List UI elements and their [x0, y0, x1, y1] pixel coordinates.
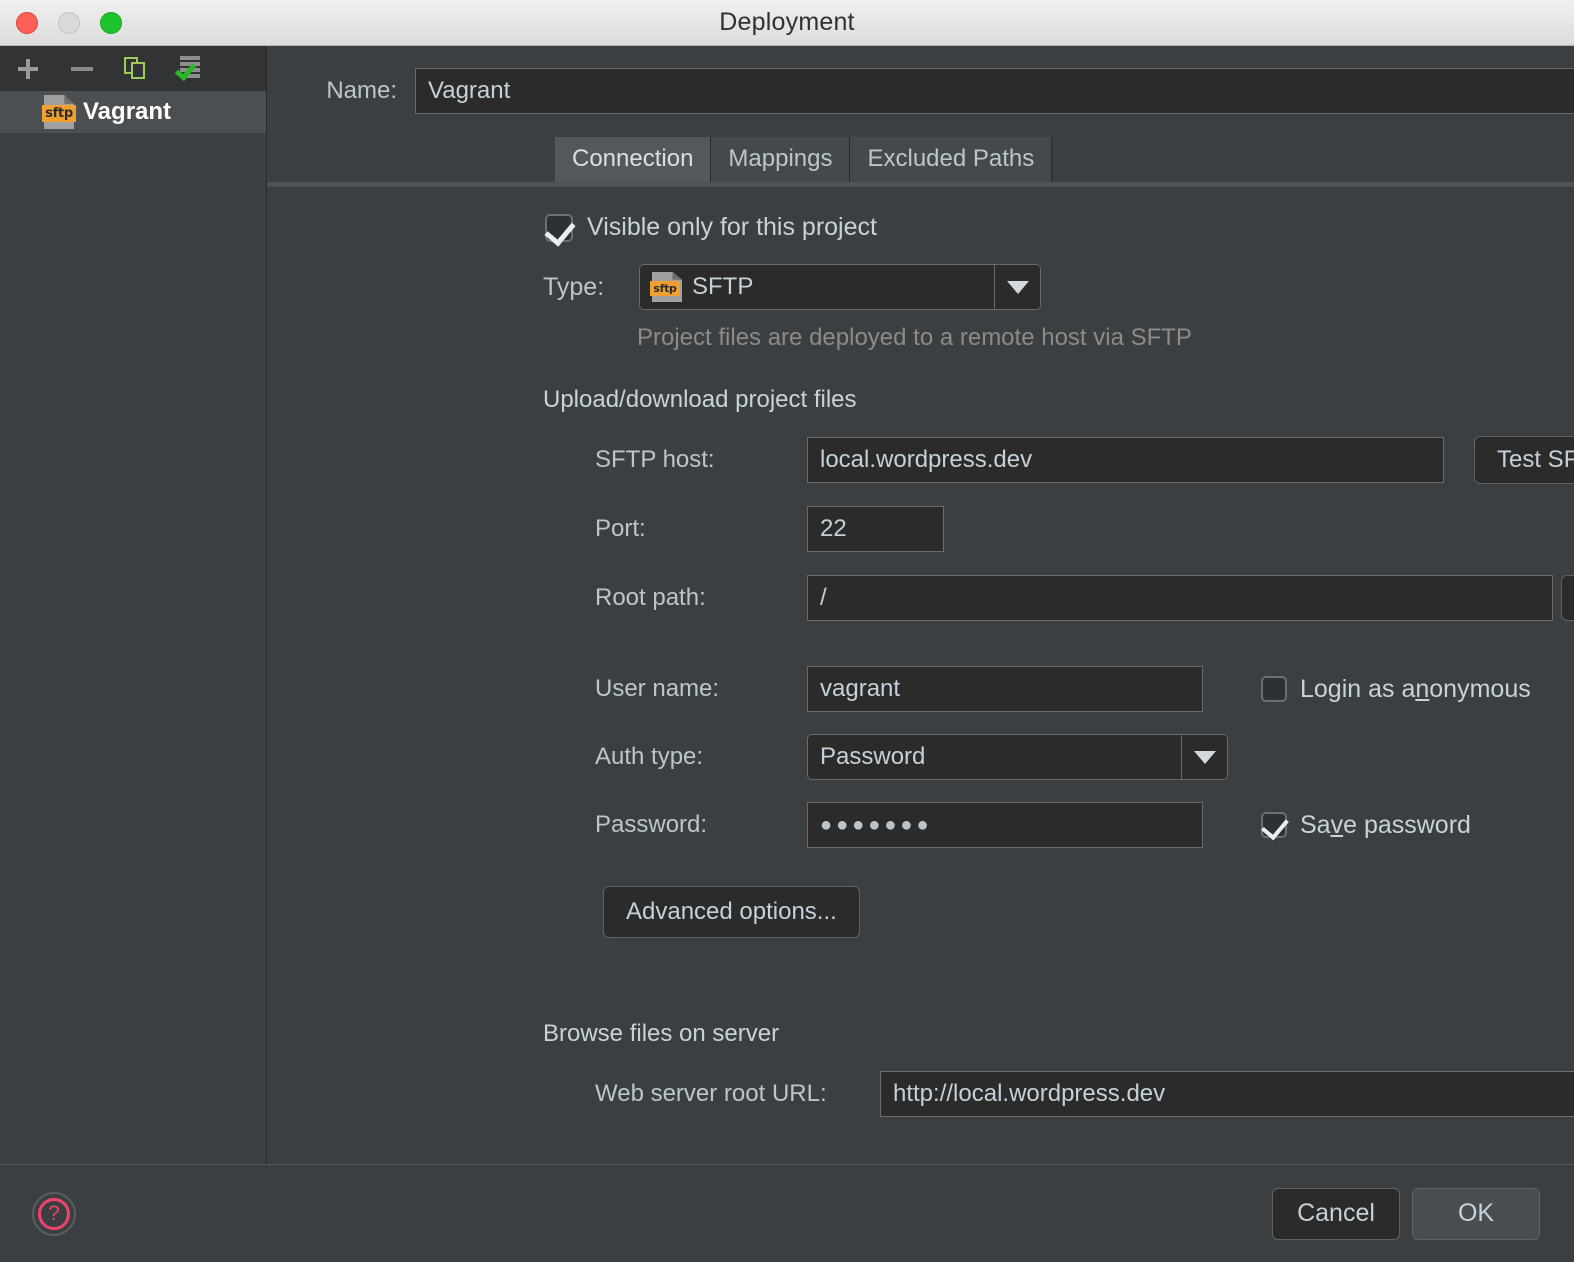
- password-input[interactable]: ●●●●●●●: [807, 802, 1203, 848]
- advanced-options-button[interactable]: Advanced options...: [603, 886, 860, 938]
- chevron-down-icon: [1193, 750, 1216, 764]
- copy-server-button[interactable]: [122, 55, 150, 83]
- copy-icon: [124, 56, 148, 81]
- login-anonymous-row[interactable]: Login as anonymous: [1261, 675, 1531, 704]
- sftp-host-input[interactable]: local.wordpress.dev: [807, 437, 1444, 483]
- user-name-label: User name:: [595, 675, 720, 702]
- tab-mappings[interactable]: Mappings: [711, 137, 851, 182]
- password-label: Password:: [595, 811, 708, 838]
- sftp-host-label: SFTP host:: [595, 446, 715, 473]
- auth-type-select-value: Password: [820, 743, 926, 770]
- ok-button[interactable]: OK: [1412, 1187, 1540, 1240]
- help-glyph: ?: [38, 1197, 70, 1230]
- port-row: Port: 22: [545, 506, 1574, 552]
- plus-icon: [16, 57, 40, 81]
- server-check-icon: [174, 55, 204, 83]
- web-root-label: Web server root URL:: [595, 1080, 827, 1107]
- auth-type-select[interactable]: Password: [807, 734, 1228, 780]
- save-password-row[interactable]: Save password: [1261, 811, 1471, 840]
- sftp-file-icon: sftp: [650, 272, 682, 302]
- root-path-row: Root path: / ... Autodetect: [545, 574, 1574, 622]
- minimize-button[interactable]: [58, 11, 80, 34]
- server-list-sidebar: sftp Vagrant: [0, 46, 267, 1164]
- login-anonymous-label: Login as anonymous: [1300, 674, 1531, 703]
- maximize-button[interactable]: [100, 11, 122, 34]
- user-name-input[interactable]: vagrant: [807, 666, 1203, 712]
- connection-tab-content: Visible only for this project Type: sftp…: [267, 213, 1574, 1118]
- name-row: Name: Vagrant: [267, 46, 1574, 114]
- type-select-arrow[interactable]: [994, 265, 1040, 309]
- sftp-host-row: SFTP host: local.wordpress.dev Test SFTP…: [545, 436, 1574, 484]
- chevron-down-icon: [1006, 280, 1029, 294]
- cancel-button[interactable]: Cancel: [1272, 1187, 1400, 1240]
- auth-type-row: Auth type: Password: [545, 734, 1574, 780]
- port-input[interactable]: 22: [807, 506, 944, 552]
- visible-only-row[interactable]: Visible only for this project: [545, 213, 1574, 242]
- password-row: Password: ●●●●●●● Save password: [545, 802, 1574, 848]
- window-controls: [16, 11, 122, 34]
- server-tree: sftp Vagrant: [0, 91, 266, 1164]
- auth-type-label: Auth type:: [595, 743, 704, 770]
- tab-connection[interactable]: Connection: [555, 137, 712, 182]
- sidebar-item-vagrant[interactable]: sftp Vagrant: [0, 91, 266, 133]
- name-input[interactable]: Vagrant: [415, 68, 1574, 114]
- help-icon[interactable]: ?: [32, 1191, 76, 1236]
- title-bar: Deployment: [0, 0, 1574, 46]
- upload-section-title: Upload/download project files: [543, 386, 857, 413]
- set-default-server-button[interactable]: [174, 55, 204, 83]
- add-server-button[interactable]: [14, 55, 42, 83]
- type-select-value-wrap: sftp SFTP: [640, 272, 994, 302]
- user-name-row: User name: vagrant Login as anonymous: [545, 666, 1574, 712]
- web-root-input[interactable]: http://local.wordpress.dev: [880, 1071, 1574, 1117]
- sidebar-item-label: Vagrant: [83, 98, 172, 125]
- sidebar-toolbar: [0, 46, 266, 91]
- remove-server-button[interactable]: [68, 55, 96, 83]
- save-password-checkbox[interactable]: [1261, 812, 1287, 838]
- tab-excluded-paths[interactable]: Excluded Paths: [850, 137, 1053, 182]
- root-path-label: Root path:: [595, 584, 706, 611]
- port-label: Port:: [595, 515, 646, 542]
- root-path-browse-button[interactable]: ...: [1561, 575, 1574, 621]
- dialog-body: sftp Vagrant Name: Vagrant Connection Ma…: [0, 46, 1574, 1164]
- minus-icon: [71, 66, 93, 71]
- type-label: Type:: [543, 272, 605, 301]
- advanced-options-row: Advanced options...: [545, 886, 1574, 938]
- visible-only-label: Visible only for this project: [587, 213, 877, 241]
- footer-buttons: Cancel OK: [1272, 1187, 1540, 1240]
- type-select[interactable]: sftp SFTP: [639, 264, 1041, 310]
- web-root-row: Web server root URL: http://local.wordpr…: [545, 1070, 1574, 1118]
- type-select-value: SFTP: [692, 273, 754, 300]
- auth-type-select-arrow[interactable]: [1181, 735, 1227, 779]
- settings-panel: Name: Vagrant Connection Mappings Exclud…: [267, 46, 1574, 1164]
- type-hint: Project files are deployed to a remote h…: [637, 324, 1192, 351]
- save-password-label: Save password: [1300, 810, 1471, 839]
- type-row: Type: sftp SFTP: [543, 264, 1574, 310]
- close-button[interactable]: [16, 11, 38, 34]
- dialog-footer: ? Cancel OK: [0, 1164, 1574, 1262]
- root-path-input[interactable]: /: [807, 575, 1553, 621]
- name-label: Name:: [326, 77, 397, 104]
- sftp-file-icon: sftp: [42, 95, 76, 129]
- visible-only-checkbox[interactable]: [545, 213, 573, 242]
- login-anonymous-checkbox[interactable]: [1261, 676, 1287, 702]
- window-title: Deployment: [719, 8, 855, 36]
- tab-bar: Connection Mappings Excluded Paths: [267, 137, 1574, 187]
- deployment-dialog: Deployment sftp Vagrant Name: Vagrant Co…: [0, 0, 1574, 1262]
- browse-section-title: Browse files on server: [543, 1020, 780, 1047]
- test-sftp-connection-button[interactable]: Test SFTP connection...: [1474, 436, 1574, 484]
